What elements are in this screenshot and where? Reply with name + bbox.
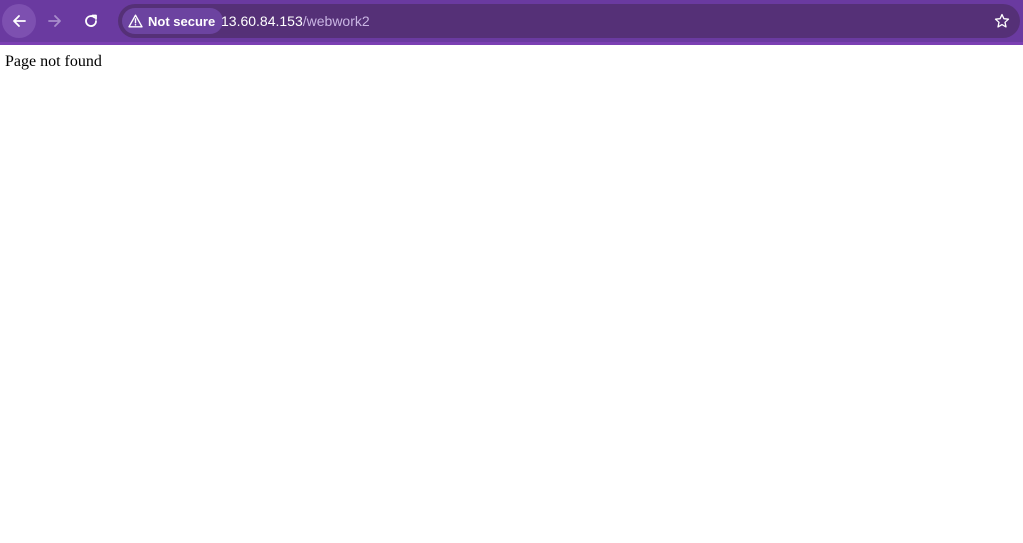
reload-icon	[85, 14, 97, 27]
star-icon	[994, 13, 1010, 28]
url-path: /webwork2	[302, 13, 370, 29]
url-text[interactable]: 13.60.84.153/webwork2	[221, 12, 370, 30]
browser-toolbar: Not secure 13.60.84.153/webwork2	[0, 0, 1023, 42]
back-button[interactable]	[2, 4, 36, 38]
arrow-left-icon	[13, 15, 26, 27]
forward-button[interactable]	[38, 4, 72, 38]
url-host: 13.60.84.153	[221, 13, 303, 29]
bookmark-button[interactable]	[992, 11, 1012, 31]
security-indicator[interactable]: Not secure	[122, 8, 224, 34]
address-bar[interactable]: Not secure 13.60.84.153/webwork2	[118, 4, 1020, 38]
error-message: Page not found	[5, 53, 102, 70]
page-content: Page not found	[0, 45, 1023, 543]
warning-triangle-icon	[128, 14, 143, 28]
arrow-right-icon	[48, 15, 61, 27]
security-label: Not secure	[148, 13, 216, 29]
reload-button[interactable]	[74, 4, 108, 38]
